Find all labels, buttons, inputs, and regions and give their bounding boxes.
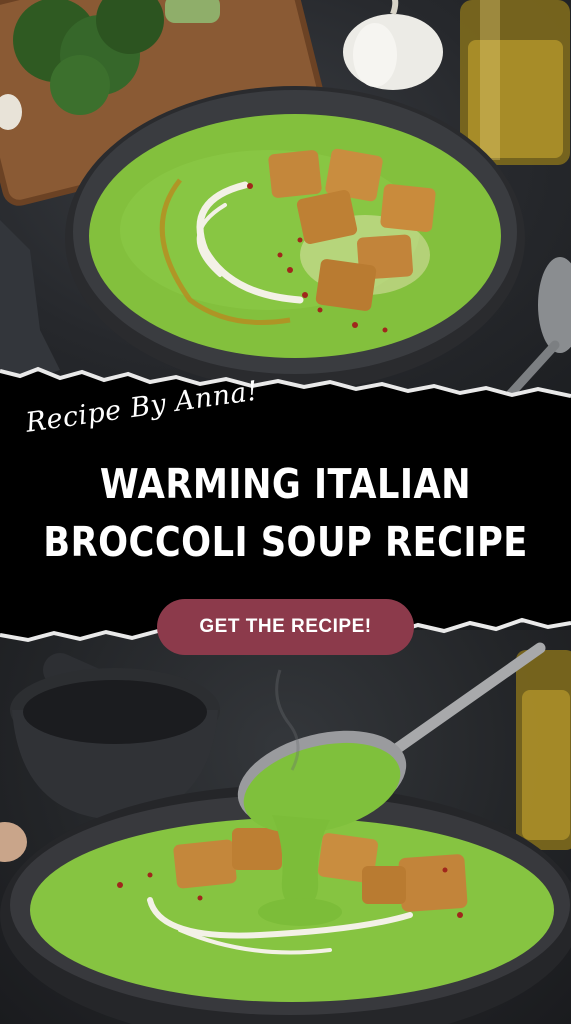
soup-bowl-top (65, 86, 525, 390)
soup-photo-top (0, 0, 571, 400)
title-line-2: BROCCOLI SOUP RECIPE (43, 518, 528, 566)
title-line-1: WARMING ITALIAN (99, 460, 472, 508)
get-recipe-button[interactable]: GET THE RECIPE! (157, 599, 414, 655)
soup-photo-bottom (0, 630, 571, 1024)
recipe-title: WARMING ITALIAN BROCCOLI SOUP RECIPE (40, 455, 531, 571)
recipe-pin: Recipe By Anna! WARMING ITALIAN BROCCOLI… (0, 0, 571, 1024)
olive-oil-bottle (516, 650, 571, 850)
olive-oil-bottle (460, 0, 570, 165)
